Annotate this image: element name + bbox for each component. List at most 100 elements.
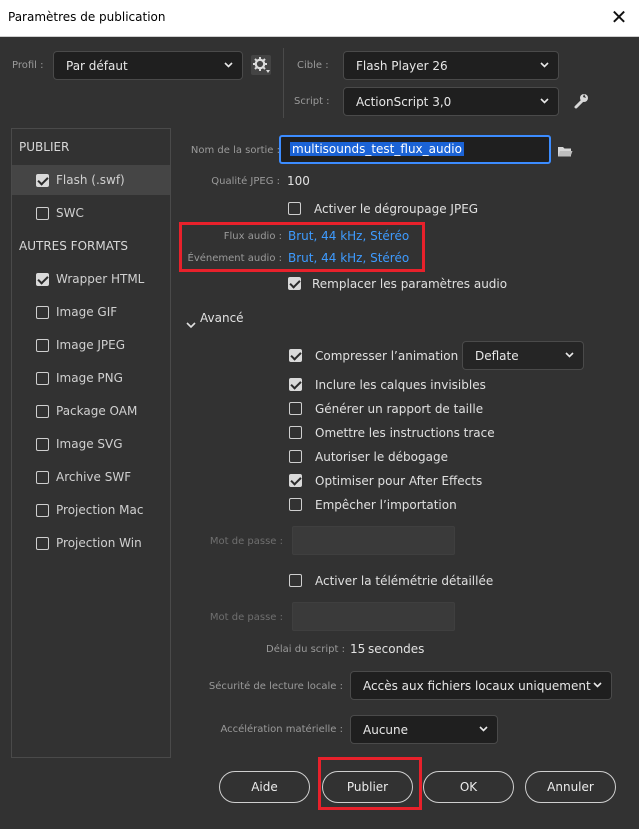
jpeg-deblock-label: Activer le dégroupage JPEG (314, 202, 479, 216)
script-delay-unit: secondes (368, 642, 425, 656)
sidebar-item-swc[interactable]: SWC (12, 198, 170, 228)
script-value: ActionScript 3,0 (356, 95, 452, 109)
chevron-down-icon (540, 98, 549, 106)
compress-checkbox[interactable] (289, 349, 302, 362)
hw-accel-dropdown[interactable]: Aucune (350, 715, 498, 744)
sidebar-item-projection-mac[interactable]: Projection Mac (12, 495, 170, 525)
projection-win-checkbox[interactable] (36, 537, 49, 550)
telemetry-password-input[interactable] (292, 602, 455, 631)
sidebar-item-image-jpeg[interactable]: Image JPEG (12, 330, 170, 360)
sidebar-item-projection-win[interactable]: Projection Win (12, 528, 170, 558)
password-label: Mot de passe : (209, 536, 283, 547)
sidebar-item-label: Projection Win (56, 536, 142, 550)
sidebar-item-package-oam[interactable]: Package OAM (12, 396, 170, 426)
format-sidebar: PUBLIER Flash (.swf) SWC AUTRES FORMATS … (11, 128, 171, 758)
profile-dropdown[interactable]: Par défaut (53, 51, 243, 80)
hidden-layers-checkbox[interactable] (289, 378, 302, 391)
option-label: Inclure les calques invisibles (315, 378, 486, 392)
close-icon[interactable]: ✕ (605, 3, 633, 31)
chevron-down-icon (479, 726, 488, 734)
advanced-section-toggle[interactable]: Avancé (200, 311, 244, 325)
chevron-down-icon[interactable] (186, 314, 196, 333)
flash-checkbox[interactable] (36, 174, 49, 187)
target-value: Flash Player 26 (356, 59, 448, 73)
override-audio-checkbox[interactable] (288, 277, 301, 290)
sidebar-item-image-svg[interactable]: Image SVG (12, 429, 170, 459)
script-label: Script : (294, 96, 330, 107)
output-name-label: Nom de la sortie : (190, 145, 280, 156)
script-delay-label: Délai du script : (266, 644, 345, 655)
override-audio-label: Remplacer les paramètres audio (312, 277, 508, 291)
package-oam-checkbox[interactable] (36, 405, 49, 418)
chevron-down-icon (224, 62, 233, 70)
wrapper-html-checkbox[interactable] (36, 273, 49, 286)
projection-mac-checkbox[interactable] (36, 504, 49, 517)
telemetry-label: Activer la télémétrie détaillée (315, 574, 494, 588)
jpeg-quality-value[interactable]: 100 (287, 174, 310, 188)
script-dropdown[interactable]: ActionScript 3,0 (343, 87, 559, 116)
title-bar: Paramètres de publication ✕ (0, 0, 639, 37)
wrench-icon[interactable] (572, 92, 590, 110)
output-name-value: multisounds_test_flux_audio (290, 142, 464, 156)
sidebar-item-image-gif[interactable]: Image GIF (12, 297, 170, 327)
sidebar-item-label: Image PNG (56, 371, 123, 385)
archive-swf-checkbox[interactable] (36, 471, 49, 484)
option-label: Générer un rapport de taille (315, 402, 484, 416)
folder-icon[interactable] (557, 143, 573, 162)
debugging-checkbox[interactable] (289, 450, 302, 463)
size-report-checkbox[interactable] (289, 402, 302, 415)
highlight-box (179, 222, 425, 272)
compression-dropdown[interactable]: Deflate (462, 341, 584, 370)
publish-highlight-box (318, 757, 422, 810)
sidebar-item-label: Projection Mac (56, 503, 144, 517)
telemetry-password-label: Mot de passe : (209, 612, 283, 623)
sidebar-item-image-png[interactable]: Image PNG (12, 363, 170, 393)
sidebar-item-label: Image SVG (56, 437, 123, 451)
local-security-dropdown[interactable]: Accès aux fichiers locaux uniquement (350, 671, 612, 700)
compression-value: Deflate (475, 349, 519, 363)
image-svg-checkbox[interactable] (36, 438, 49, 451)
chevron-down-icon (565, 352, 574, 360)
chevron-down-icon (593, 682, 602, 690)
hw-accel-label: Accélération matérielle : (220, 724, 343, 735)
image-jpeg-checkbox[interactable] (36, 339, 49, 352)
cancel-button[interactable]: Annuler (525, 771, 616, 803)
sidebar-item-label: Archive SWF (56, 470, 132, 484)
swc-checkbox[interactable] (36, 207, 49, 220)
profile-value: Par défaut (66, 59, 128, 73)
window-title: Paramètres de publication (8, 10, 166, 24)
sidebar-item-label: Wrapper HTML (56, 272, 145, 286)
other-formats-header: AUTRES FORMATS (19, 239, 128, 253)
jpeg-deblock-checkbox[interactable] (288, 202, 301, 215)
image-gif-checkbox[interactable] (36, 306, 49, 319)
password-input[interactable] (292, 526, 455, 555)
jpeg-quality-label: Qualité JPEG : (211, 176, 280, 187)
image-png-checkbox[interactable] (36, 372, 49, 385)
gear-icon[interactable] (251, 55, 271, 75)
option-label: Compresser l’animation (315, 349, 459, 363)
after-effects-checkbox[interactable] (289, 474, 302, 487)
help-button[interactable]: Aide (219, 771, 310, 803)
omit-trace-checkbox[interactable] (289, 426, 302, 439)
option-label: Autoriser le débogage (315, 450, 448, 464)
sidebar-item-label: Image GIF (56, 305, 118, 319)
script-delay-value[interactable]: 15 (350, 642, 365, 656)
target-label: Cible : (297, 60, 329, 71)
option-label: Omettre les instructions trace (315, 426, 495, 440)
hw-accel-value: Aucune (363, 723, 409, 737)
option-label: Empêcher l’importation (315, 498, 457, 512)
sidebar-item-flash-swf[interactable]: Flash (.swf) (12, 165, 170, 195)
ok-button[interactable]: OK (423, 771, 514, 803)
sidebar-item-wrapper-html[interactable]: Wrapper HTML (12, 264, 170, 294)
target-dropdown[interactable]: Flash Player 26 (343, 51, 559, 80)
publish-settings-dialog: Paramètres de publication ✕ Profil : Par… (0, 0, 639, 829)
sidebar-item-archive-swf[interactable]: Archive SWF (12, 462, 170, 492)
protect-import-checkbox[interactable] (289, 498, 302, 511)
option-label: Optimiser pour After Effects (315, 474, 483, 488)
chevron-down-icon (540, 62, 549, 70)
sidebar-item-label: Image JPEG (56, 338, 126, 352)
sidebar-item-label: SWC (56, 206, 84, 220)
local-security-value: Accès aux fichiers locaux uniquement (363, 679, 591, 693)
telemetry-checkbox[interactable] (289, 574, 302, 587)
output-name-input[interactable]: multisounds_test_flux_audio (279, 135, 551, 164)
